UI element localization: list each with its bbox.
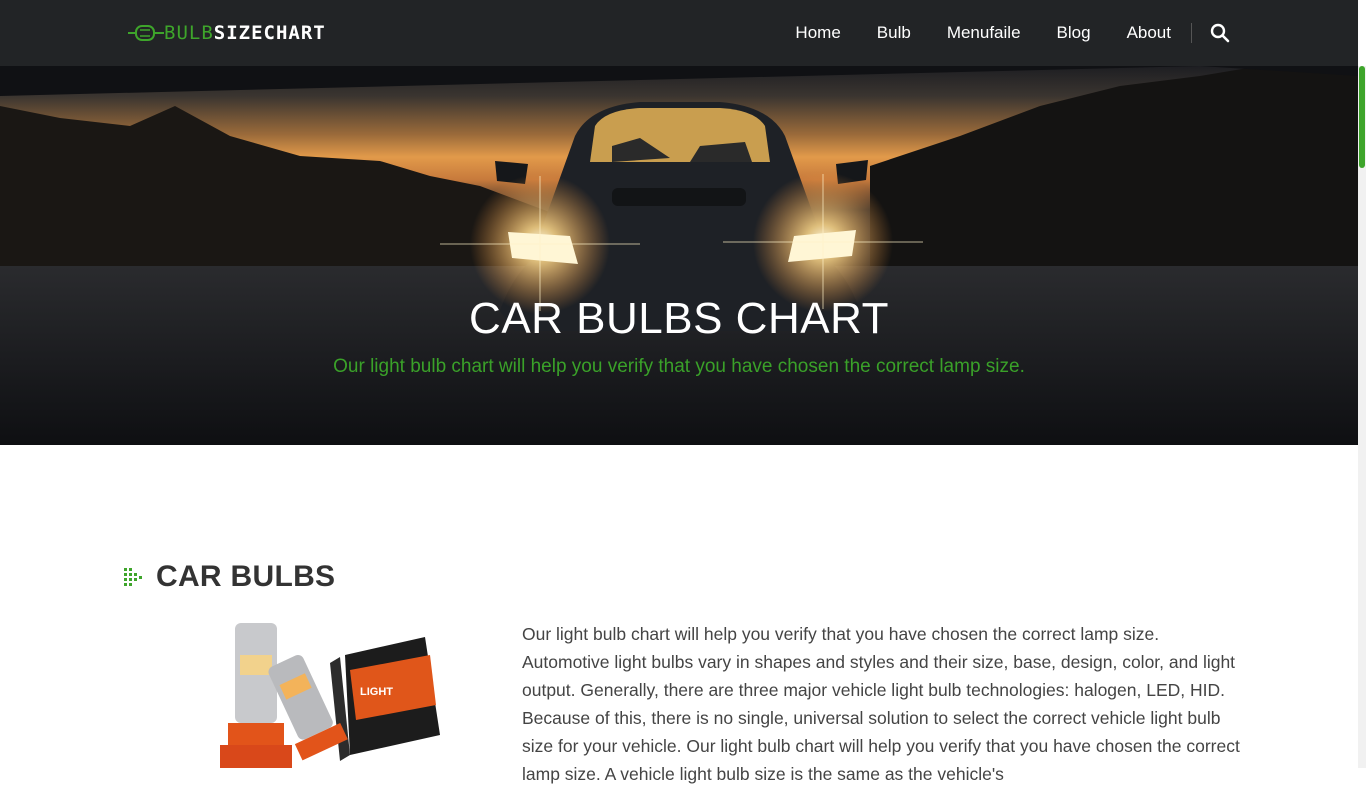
hero-subtitle: Our light bulb chart will help you verif…	[333, 356, 1025, 377]
nav-menufaile[interactable]: Menufaile	[947, 0, 1021, 66]
bulb-logo-icon	[128, 25, 164, 41]
product-box-text: LIGHT	[360, 686, 393, 698]
nav-divider	[1191, 23, 1192, 43]
site-logo-text: BULBSIZECHART	[164, 22, 326, 44]
hero-background-image	[0, 66, 1358, 445]
section-title: CAR BULBS	[156, 560, 336, 593]
section-heading: CAR BULBS	[122, 560, 335, 594]
main-nav: Home Bulb Menufaile Blog About	[759, 0, 1230, 66]
scrollbar-thumb[interactable]	[1359, 66, 1365, 168]
site-header: BULBSIZECHART Home Bulb Menufaile Blog A…	[0, 0, 1358, 66]
hero-banner: CAR BULBS CHART Our light bulb chart wil…	[0, 66, 1358, 445]
site-logo[interactable]: BULBSIZECHART	[128, 18, 326, 48]
search-button[interactable]	[1210, 23, 1230, 43]
page-scrollbar[interactable]	[1358, 66, 1366, 768]
arrow-bullet-icon	[124, 568, 142, 586]
search-icon	[1210, 23, 1230, 43]
hero-title: CAR BULBS CHART	[469, 294, 889, 343]
nav-blog[interactable]: Blog	[1057, 0, 1091, 66]
section-body-text: Our light bulb chart will help you verif…	[522, 624, 1240, 784]
nav-bulb[interactable]: Bulb	[877, 0, 911, 66]
nav-home[interactable]: Home	[795, 0, 840, 66]
nav-about[interactable]: About	[1127, 0, 1171, 66]
product-image: LIGHT	[220, 623, 440, 768]
